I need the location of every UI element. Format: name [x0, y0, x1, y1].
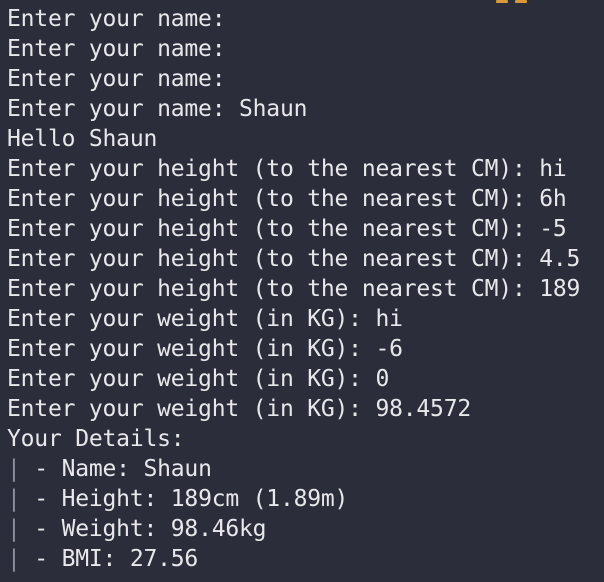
tree-bar: | [7, 546, 21, 572]
output-line: Enter your name: Shaun [7, 96, 308, 122]
detail-weight-text: - Weight: 98.46kg [20, 516, 267, 542]
details-line-height: | - Height: 189cm (1.89m) [7, 484, 580, 514]
output-line: Enter your weight (in KG): 98.4572 [7, 396, 472, 422]
output-line: Enter your name: [7, 66, 226, 92]
output-line: Enter your height (to the nearest CM): -… [7, 216, 567, 242]
details-line-bmi: | - BMI: 27.56 [7, 544, 580, 574]
cursor-mark [496, 0, 508, 3]
detail-bmi-text: - BMI: 27.56 [20, 546, 199, 572]
output-line: Enter your height (to the nearest CM): 6… [7, 186, 567, 212]
terminal-window[interactable]: Enter your name: Enter your name: Enter … [0, 0, 604, 582]
output-line: Enter your height (to the nearest CM): 1… [7, 276, 581, 302]
output-line: Enter your weight (in KG): 0 [7, 366, 390, 392]
output-line: Enter your height (to the nearest CM): 4… [7, 246, 581, 272]
detail-name-text: - Name: Shaun [20, 456, 212, 482]
output-line: Your Details: [7, 426, 185, 452]
output-line: Hello Shaun [7, 126, 158, 152]
cursor-mark [515, 0, 527, 3]
cursor-marks [496, 0, 527, 3]
tree-bar: | [7, 456, 21, 482]
details-line-weight: | - Weight: 98.46kg [7, 514, 580, 544]
tree-bar: | [7, 516, 21, 542]
output-line: Enter your height (to the nearest CM): h… [7, 156, 567, 182]
output-line: Enter your name: [7, 36, 226, 62]
output-line: Enter your weight (in KG): -6 [7, 336, 403, 362]
output-line: Enter your weight (in KG): hi [7, 306, 403, 332]
detail-height-text: - Height: 189cm (1.89m) [20, 486, 349, 512]
terminal-output: Enter your name: Enter your name: Enter … [7, 4, 580, 574]
tree-bar: | [7, 486, 21, 512]
details-line-name: | - Name: Shaun [7, 454, 580, 484]
output-line: Enter your name: [7, 6, 226, 32]
